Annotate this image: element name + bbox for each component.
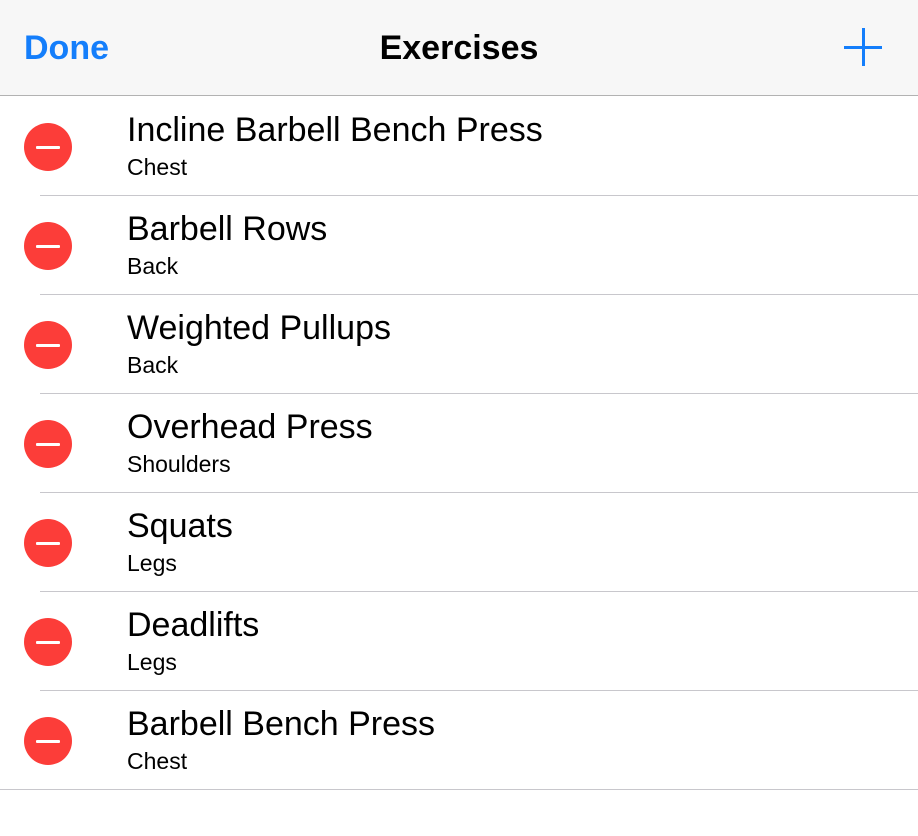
delete-minus-icon[interactable] bbox=[24, 321, 72, 369]
list-item[interactable]: Weighted Pullups Back bbox=[0, 295, 918, 394]
exercise-category: Shoulders bbox=[127, 451, 231, 477]
plus-icon[interactable] bbox=[844, 28, 882, 66]
delete-minus-icon[interactable] bbox=[24, 123, 72, 171]
exercise-category: Chest bbox=[127, 748, 188, 774]
exercise-name: Deadlifts bbox=[127, 606, 260, 644]
exercise-name: Squats bbox=[127, 507, 233, 545]
exercise-category: Chest bbox=[127, 154, 188, 180]
navigation-bar: Done Exercises bbox=[0, 0, 918, 96]
delete-minus-icon[interactable] bbox=[24, 420, 72, 468]
exercise-name: Overhead Press bbox=[127, 408, 373, 446]
list-item[interactable]: Barbell Rows Back bbox=[0, 196, 918, 295]
exercise-category: Back bbox=[127, 253, 179, 279]
done-button[interactable]: Done bbox=[24, 0, 109, 96]
delete-minus-icon[interactable] bbox=[24, 618, 72, 666]
exercise-category: Legs bbox=[127, 550, 177, 576]
exercise-category: Back bbox=[127, 352, 179, 378]
exercise-category: Legs bbox=[127, 649, 177, 675]
exercise-name: Incline Barbell Bench Press bbox=[127, 111, 543, 149]
exercise-name: Weighted Pullups bbox=[127, 309, 391, 347]
exercise-name: Barbell Rows bbox=[127, 210, 328, 248]
list-item[interactable]: Deadlifts Legs bbox=[0, 592, 918, 691]
exercise-name: Barbell Bench Press bbox=[127, 705, 436, 743]
list-item[interactable]: Incline Barbell Bench Press Chest bbox=[0, 97, 918, 196]
list-item[interactable]: Barbell Bench Press Chest bbox=[0, 691, 918, 790]
list-item[interactable]: Squats Legs bbox=[0, 493, 918, 592]
list-item[interactable]: Overhead Press Shoulders bbox=[0, 394, 918, 493]
page-title: Exercises bbox=[379, 29, 539, 67]
exercise-list: Incline Barbell Bench Press Chest Barbel… bbox=[0, 97, 918, 790]
delete-minus-icon[interactable] bbox=[24, 519, 72, 567]
delete-minus-icon[interactable] bbox=[24, 717, 72, 765]
delete-minus-icon[interactable] bbox=[24, 222, 72, 270]
